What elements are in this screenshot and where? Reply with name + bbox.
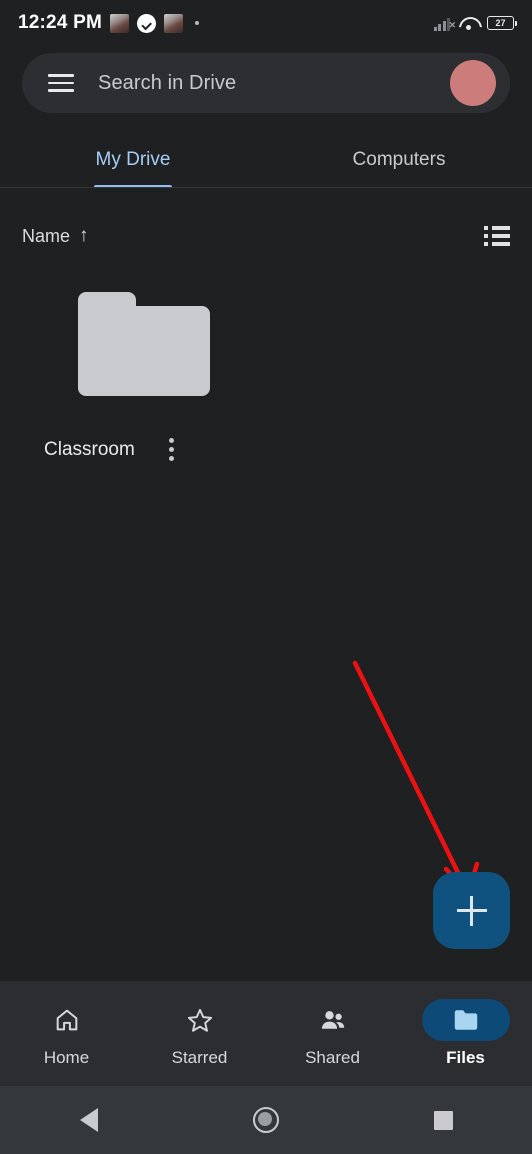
tab-computers-label: Computers [352,148,446,170]
android-home-button[interactable] [177,1107,354,1133]
nav-item-home[interactable]: Home [0,981,133,1086]
status-bar-left: 12:24 PM [18,12,199,34]
battery-icon: 27 [487,16,518,30]
photo-thumbnail-icon [109,13,129,33]
list-view-icon[interactable] [484,226,510,246]
plus-icon [456,895,487,926]
tab-bar: My Drive Computers [0,131,532,188]
status-time: 12:24 PM [18,12,102,33]
drive-app-screen: 12:24 PM ✕ 27 Search in Drive My Drive C… [0,0,532,1154]
sort-direction-arrow-icon[interactable]: ↑ [79,225,89,247]
create-new-button[interactable] [433,872,510,949]
hamburger-menu-icon[interactable] [48,74,74,92]
tab-computers[interactable]: Computers [266,131,532,188]
people-icon [321,1011,344,1029]
folder-icon[interactable] [78,292,210,396]
nav-label-starred: Starred [171,1048,228,1067]
avatar[interactable] [450,60,496,106]
status-bar: 12:24 PM ✕ 27 [0,0,532,46]
nav-item-files[interactable]: Files [399,981,532,1086]
triangle-back-icon [79,1108,98,1132]
home-icon [56,1009,77,1031]
cellular-signal-no-service-icon: ✕ [433,16,456,31]
search-input[interactable]: Search in Drive [98,72,236,95]
nav-item-starred[interactable]: Starred [133,981,266,1086]
folder-icon [454,1010,477,1030]
file-meta-row: Classroom [22,434,244,465]
star-icon [187,1008,212,1032]
tab-my-drive[interactable]: My Drive [0,131,266,188]
tab-my-drive-label: My Drive [95,148,171,170]
android-navigation-bar [0,1086,532,1154]
nav-label-home: Home [43,1048,90,1067]
file-grid: Classroom [0,292,532,465]
sort-row: Name ↑ [0,212,532,260]
search-bar[interactable]: Search in Drive [22,53,510,113]
photo-thumbnail-icon [163,13,183,33]
tab-divider [0,187,532,188]
check-circle-icon [136,13,156,33]
status-bar-right: ✕ 27 [433,16,518,31]
file-name: Classroom [44,438,135,460]
list-item[interactable]: Classroom [22,292,244,465]
circle-home-icon [252,1107,279,1133]
more-vertical-icon[interactable] [161,434,182,465]
nav-item-shared[interactable]: Shared [266,981,399,1086]
android-back-button[interactable] [0,1108,177,1132]
nav-label-files: Files [446,1048,485,1067]
nav-label-shared: Shared [305,1048,360,1067]
dot-indicator-icon [194,21,199,25]
battery-level-text: 27 [495,17,506,28]
bottom-navigation-bar: Home Starred Shared Files [0,981,532,1086]
wifi-icon [459,16,478,31]
square-recents-icon [433,1110,453,1130]
android-recents-button[interactable] [355,1110,532,1130]
sort-label[interactable]: Name [22,226,70,247]
